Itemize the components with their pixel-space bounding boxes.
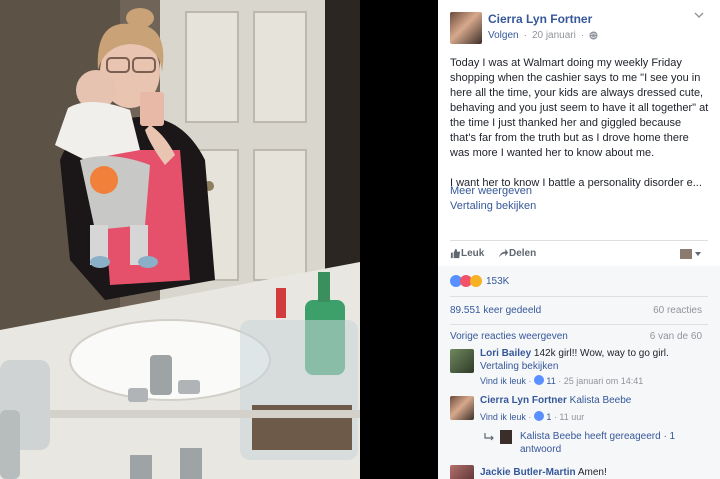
thumbs-up-icon (450, 248, 461, 259)
like-reaction-icon (533, 375, 544, 385)
share-button[interactable]: Delen (498, 248, 536, 260)
comment-like-button[interactable]: Vind ik leuk (480, 412, 526, 422)
reaction-summary[interactable]: 153K (450, 275, 509, 287)
share-label: Delen (509, 248, 537, 259)
comment-text: Amen! (577, 467, 607, 478)
comment-text: 142k girl!! Wow, way to go girl. (533, 348, 669, 359)
commenter-avatar[interactable] (450, 349, 474, 373)
see-more-link[interactable]: Meer weergeven (450, 185, 532, 197)
reply-avatar (500, 430, 512, 444)
commenter-name[interactable]: Cierra Lyn Fortner (480, 395, 567, 406)
follow-button[interactable]: Volgen (488, 30, 519, 41)
comment-translate-link[interactable]: Vertaling bekijken (480, 360, 710, 373)
comment-like-button[interactable]: Vind ik leuk (480, 376, 526, 386)
mirror-selfie-image (0, 0, 360, 479)
comment-body: Lori Bailey 142k girl!! Wow, way to go g… (480, 347, 710, 388)
divider (450, 324, 708, 325)
comment-item: Lori Bailey 142k girl!! Wow, way to go g… (450, 347, 720, 392)
comment-item: Jackie Butler-Martin Amen! (450, 463, 720, 479)
comment-meta: Vind ik leuk · 1 · 11 uur (480, 411, 585, 422)
post-paragraph-1: Today I was at Walmart doing my weekly F… (450, 57, 709, 159)
post-text: Today I was at Walmart doing my weekly F… (450, 56, 710, 206)
commenter-name[interactable]: Jackie Butler-Martin (480, 467, 576, 478)
comment-page-count: 6 van de 60 (649, 331, 702, 342)
comment-time[interactable]: 25 januari om 14:41 (564, 376, 644, 386)
post-meta: Volgen · 20 januari · (488, 30, 598, 41)
meta-separator: · (523, 30, 527, 41)
post-detail-panel: Cierra Lyn Fortner Volgen · 20 januari ·… (438, 0, 720, 479)
comment-time[interactable]: 11 uur (559, 412, 584, 422)
comment-meta: Vind ik leuk · 11 · 25 januari om 14:41 (480, 375, 644, 386)
comment-item: Cierra Lyn Fortner Kalista Beebe Vind ik… (450, 394, 720, 456)
globe-icon (589, 31, 598, 40)
comment-body: Cierra Lyn Fortner Kalista Beebe Vind ik… (480, 394, 710, 456)
comment-mention[interactable]: Kalista Beebe (570, 395, 632, 406)
commenter-avatar[interactable] (450, 465, 474, 479)
post-header: Cierra Lyn Fortner Volgen · 20 januari · (438, 0, 720, 50)
comment-like-count[interactable]: 1 (546, 412, 551, 422)
page-selector[interactable] (680, 248, 704, 260)
reaction-count: 153K (486, 275, 510, 287)
reply-summary[interactable]: Kalista Beebe heeft gereageerd · 1 antwo… (480, 430, 710, 456)
post-photo[interactable] (0, 0, 360, 479)
share-count[interactable]: 89.551 keer gedeeld (450, 305, 541, 316)
comment-like-count[interactable]: 11 (546, 376, 555, 386)
sad-reaction-icon (470, 275, 482, 287)
divider (450, 296, 708, 297)
lightbox-background (360, 0, 438, 479)
like-button[interactable]: Leuk (450, 248, 484, 260)
post-date[interactable]: 20 januari (532, 30, 576, 41)
share-arrow-icon (498, 248, 509, 258)
comment-count[interactable]: 60 reacties (653, 305, 702, 316)
reply-arrow-icon (484, 432, 496, 442)
author-avatar[interactable] (450, 12, 482, 44)
comment-body: Jackie Butler-Martin Amen! (480, 466, 710, 479)
meta-separator-2: · (580, 30, 585, 41)
action-bar: Leuk Delen (450, 248, 708, 262)
chevron-down-icon[interactable] (694, 12, 704, 19)
divider (450, 240, 708, 241)
translation-link[interactable]: Vertaling bekijken (450, 200, 536, 212)
author-name[interactable]: Cierra Lyn Fortner (488, 12, 592, 26)
reply-summary-text: Kalista Beebe heeft gereageerd · 1 antwo… (520, 431, 676, 455)
commenter-name[interactable]: Lori Bailey (480, 348, 531, 359)
like-reaction-icon (533, 411, 544, 421)
like-label: Leuk (461, 248, 485, 259)
commenter-avatar[interactable] (450, 396, 474, 420)
previous-comments-link[interactable]: Vorige reacties weergeven (450, 331, 568, 342)
